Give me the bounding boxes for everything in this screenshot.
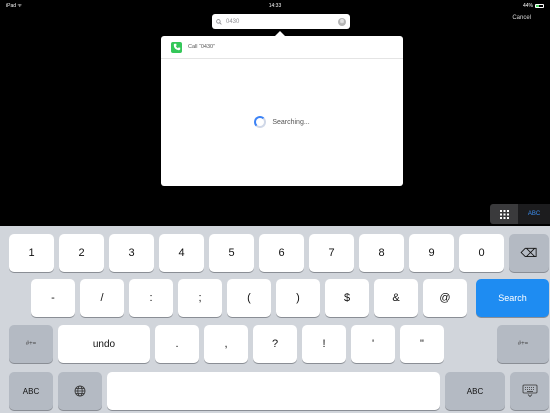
key-comma[interactable]: , bbox=[204, 325, 248, 363]
key-period[interactable]: . bbox=[155, 325, 199, 363]
key-apostrophe[interactable]: ' bbox=[351, 325, 395, 363]
key-colon[interactable]: : bbox=[129, 279, 173, 317]
key-at[interactable]: @ bbox=[423, 279, 467, 317]
call-suggestion-row[interactable]: Call “0430” bbox=[161, 36, 403, 59]
dismiss-keyboard-key[interactable] bbox=[510, 372, 549, 410]
key-8[interactable]: 8 bbox=[359, 234, 404, 272]
globe-icon bbox=[74, 385, 86, 397]
key-4[interactable]: 4 bbox=[159, 234, 204, 272]
search-results-popover: Call “0430” Searching... bbox=[161, 36, 403, 186]
key-hyphen[interactable]: - bbox=[31, 279, 75, 317]
undo-key[interactable]: undo bbox=[58, 325, 150, 363]
abc-key-left[interactable]: ABC bbox=[9, 372, 53, 410]
key-ampersand[interactable]: & bbox=[374, 279, 418, 317]
clock: 14:33 bbox=[268, 3, 282, 9]
key-quote[interactable]: " bbox=[400, 325, 444, 363]
status-bar: iPad ᯤ 14:33 44% bbox=[0, 0, 550, 12]
key-0[interactable]: 0 bbox=[459, 234, 504, 272]
key-close-paren[interactable]: ) bbox=[276, 279, 320, 317]
battery-status: 44% bbox=[523, 3, 544, 9]
grid-icon bbox=[499, 209, 509, 219]
search-key[interactable]: Search bbox=[476, 279, 549, 317]
backspace-icon: ⌫ bbox=[520, 246, 538, 260]
key-slash[interactable]: / bbox=[80, 279, 124, 317]
key-open-paren[interactable]: ( bbox=[227, 279, 271, 317]
abc-mode-button[interactable]: ABC bbox=[518, 204, 550, 224]
keyboard-dismiss-icon bbox=[522, 384, 537, 398]
globe-key[interactable] bbox=[58, 372, 102, 410]
battery-percent: 44% bbox=[522, 3, 533, 9]
spinner-icon bbox=[254, 116, 267, 128]
keyboard-mode-switch: ABC bbox=[490, 204, 550, 224]
key-exclamation[interactable]: ! bbox=[302, 325, 346, 363]
key-9[interactable]: 9 bbox=[409, 234, 454, 272]
backspace-key[interactable]: ⌫ bbox=[509, 234, 549, 272]
space-key[interactable] bbox=[107, 372, 440, 410]
symbols-key-right[interactable]: #+= bbox=[497, 325, 549, 363]
key-7[interactable]: 7 bbox=[309, 234, 354, 272]
key-dollar[interactable]: $ bbox=[325, 279, 369, 317]
search-input[interactable]: 0430 ⊗ bbox=[212, 14, 350, 29]
search-icon bbox=[216, 18, 222, 25]
abc-key-right[interactable]: ABC bbox=[445, 372, 505, 410]
symbols-key-left[interactable]: #+= bbox=[9, 325, 53, 363]
key-question[interactable]: ? bbox=[253, 325, 297, 363]
phone-icon bbox=[171, 41, 182, 53]
key-semicolon[interactable]: ; bbox=[178, 279, 222, 317]
key-5[interactable]: 5 bbox=[209, 234, 254, 272]
keyboard: 1 2 3 4 5 6 7 8 9 0 ⌫ - / : ; ( ) $ & @ … bbox=[0, 226, 550, 413]
search-query: 0430 bbox=[226, 18, 240, 25]
key-3[interactable]: 3 bbox=[109, 234, 154, 272]
battery-icon bbox=[535, 4, 544, 8]
key-1[interactable]: 1 bbox=[9, 234, 54, 272]
key-2[interactable]: 2 bbox=[59, 234, 104, 272]
key-6[interactable]: 6 bbox=[259, 234, 304, 272]
cancel-button[interactable]: Cancel bbox=[512, 15, 531, 21]
call-suggestion-label: Call “0430” bbox=[188, 44, 215, 50]
searching-label: Searching... bbox=[272, 118, 310, 126]
clear-icon[interactable]: ⊗ bbox=[338, 17, 346, 26]
keypad-grid-button[interactable] bbox=[490, 204, 518, 224]
searching-indicator: Searching... bbox=[161, 116, 403, 128]
